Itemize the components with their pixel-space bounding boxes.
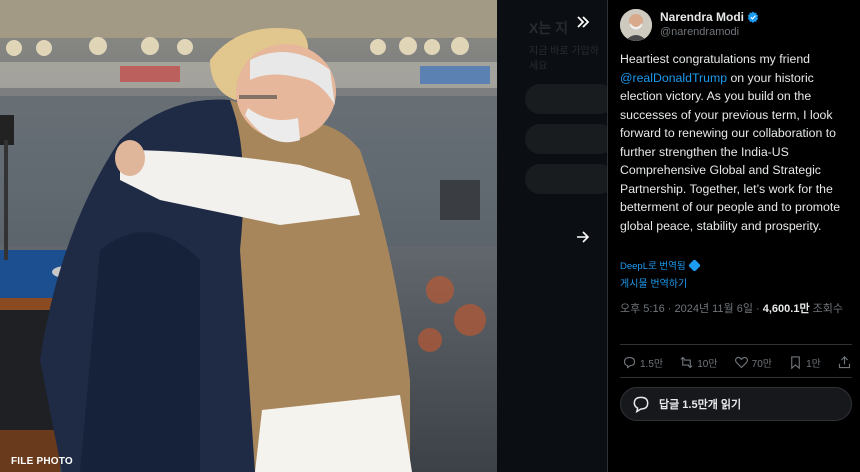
views-count: 4,600.1만 — [762, 303, 810, 315]
chat-bubble-icon — [633, 396, 649, 414]
share-button[interactable] — [837, 355, 852, 370]
reply-count: 1.5만 — [640, 359, 664, 370]
background-heading: X는 지 — [529, 20, 568, 36]
repost-count: 10만 — [697, 359, 718, 370]
translate-post-link[interactable]: 게시물 번역하기 — [620, 275, 687, 290]
arrow-right-icon — [577, 231, 590, 243]
avatar-image — [620, 9, 652, 41]
mention-link[interactable]: @realDonaldTrump — [620, 71, 727, 85]
post-actions: 1.5만 10만 70만 1만 — [622, 355, 852, 370]
post-text: Heartiest congratulations my friend @rea… — [620, 50, 856, 235]
deepl-icon — [688, 259, 702, 272]
post-panel: Narendra Modi @narendramodi Heartiest co… — [607, 0, 860, 472]
like-icon — [734, 356, 748, 369]
reply-icon — [623, 356, 636, 369]
author-handle[interactable]: @narendramodi — [660, 26, 739, 38]
collapse-panel-button[interactable] — [569, 8, 597, 36]
read-replies-label: 답글 1.5만개 읽기 — [659, 399, 742, 411]
bookmark-icon — [791, 356, 800, 370]
share-icon — [838, 356, 851, 369]
post-text-end: on your historic election victory. As yo… — [620, 70, 841, 233]
background-subtext: 지금 바로 가입하세요 — [529, 46, 599, 72]
author-name-row[interactable]: Narendra Modi — [660, 10, 759, 24]
background-overlay: X는 지 지금 바로 가입하세요 — [497, 0, 607, 472]
background-create-button — [525, 164, 607, 194]
divider — [620, 377, 852, 378]
like-count: 70만 — [751, 359, 772, 370]
views-label: 조회수 — [809, 303, 843, 315]
double-chevron-right-icon — [577, 16, 590, 28]
bookmark-count: 1만 — [806, 359, 821, 370]
repost-button[interactable]: 10만 — [679, 355, 718, 370]
background-apple-button — [525, 124, 607, 154]
author-name[interactable]: Narendra Modi — [660, 10, 744, 24]
bookmark-button[interactable]: 1만 — [788, 355, 821, 370]
post-metadata: 오후 5:16 · 2024년 11월 6일 · 4,600.1만 조회수 — [620, 301, 856, 317]
post-text-start: Heartiest congratulations my friend — [620, 52, 811, 66]
background-signup-button — [525, 84, 607, 114]
read-replies-button[interactable]: 답글 1.5만개 읽기 — [620, 387, 852, 421]
deepl-label-text: DeepL로 번역됨 — [620, 261, 686, 272]
photo-caption: FILE PHOTO — [11, 456, 73, 467]
deepl-translation-label[interactable]: DeepL로 번역됨 — [620, 258, 702, 272]
like-button[interactable]: 70만 — [734, 355, 772, 370]
timestamp[interactable]: 오후 5:16 · 2024년 11월 6일 · — [620, 303, 763, 315]
reply-button[interactable]: 1.5만 — [622, 355, 663, 370]
avatar[interactable] — [620, 9, 652, 41]
verified-badge-icon — [747, 11, 759, 23]
next-image-button[interactable] — [569, 223, 597, 251]
divider — [620, 344, 852, 345]
hug-photo-illustration — [0, 0, 497, 472]
repost-icon — [680, 356, 693, 369]
news-photo: FILE PHOTO — [0, 0, 497, 472]
